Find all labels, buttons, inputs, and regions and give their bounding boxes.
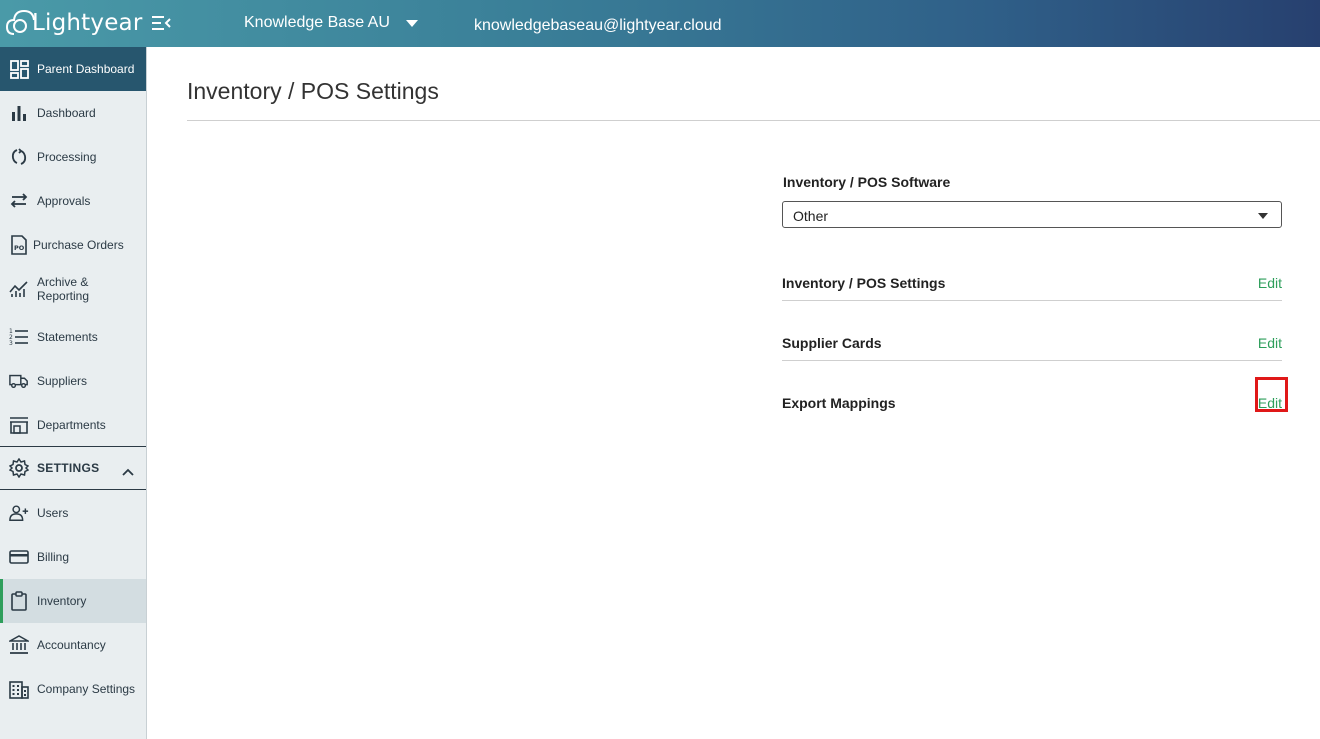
dashboard-grid-icon bbox=[9, 59, 29, 79]
lightyear-logo[interactable]: Lightyear bbox=[6, 4, 143, 42]
sidebar-item-label: Dashboard bbox=[37, 106, 96, 120]
refresh-icon bbox=[9, 147, 29, 167]
truck-icon bbox=[9, 371, 29, 391]
sidebar-item-departments[interactable]: Departments bbox=[0, 403, 146, 447]
logo-text: Lightyear bbox=[32, 10, 143, 36]
page-title: Inventory / POS Settings bbox=[187, 78, 439, 104]
svg-text:3: 3 bbox=[9, 340, 13, 347]
swap-arrows-icon bbox=[9, 191, 29, 211]
software-selected-value: Other bbox=[793, 208, 829, 224]
sidebar-item-dashboard[interactable]: Dashboard bbox=[0, 91, 146, 135]
sidebar-item-approvals[interactable]: Approvals bbox=[0, 179, 146, 223]
settings-label: SETTINGS bbox=[37, 461, 100, 475]
top-bar: Lightyear Knowledge Base AU knowledgebas… bbox=[0, 0, 1320, 47]
highlight-box bbox=[1255, 377, 1288, 412]
chevron-up-icon bbox=[122, 463, 134, 481]
sidebar-item-label: Users bbox=[37, 506, 69, 520]
numbered-list-icon: 123 bbox=[9, 327, 29, 347]
settings-row-supplier-cards: Supplier Cards Edit bbox=[782, 321, 1282, 381]
software-select[interactable]: Other bbox=[782, 201, 1282, 228]
sidebar-item-archive-reporting[interactable]: Archive & Reporting bbox=[0, 267, 146, 311]
sidebar-item-purchase-orders[interactable]: PO Purchase Orders bbox=[0, 223, 146, 267]
software-label: Inventory / POS Software bbox=[783, 174, 951, 190]
settings-row-inventory-pos: Inventory / POS Settings Edit bbox=[782, 261, 1282, 321]
row-divider bbox=[782, 360, 1282, 361]
sidebar-item-label: Company Settings bbox=[37, 682, 136, 696]
row-label: Export Mappings bbox=[782, 395, 896, 411]
sidebar-item-label: Statements bbox=[37, 330, 98, 344]
company-selector[interactable]: Knowledge Base AU bbox=[244, 14, 418, 32]
main-content: Inventory / POS Settings Inventory / POS… bbox=[147, 47, 1320, 739]
sidebar-item-suppliers[interactable]: Suppliers bbox=[0, 359, 146, 403]
caret-down-icon bbox=[405, 19, 418, 27]
storefront-icon bbox=[9, 415, 29, 435]
edit-inventory-pos-settings-link[interactable]: Edit bbox=[1258, 275, 1282, 291]
row-label: Inventory / POS Settings bbox=[782, 275, 946, 291]
sidebar-item-statements[interactable]: 123 Statements bbox=[0, 315, 146, 359]
row-label: Supplier Cards bbox=[782, 335, 882, 351]
settings-row-export-mappings: Export Mappings Edit bbox=[782, 381, 1282, 441]
user-email: knowledgebaseau@lightyear.cloud bbox=[474, 17, 722, 34]
gear-icon bbox=[9, 458, 29, 478]
sidebar-item-label: Processing bbox=[37, 150, 97, 164]
edit-supplier-cards-link[interactable]: Edit bbox=[1258, 335, 1282, 351]
add-user-icon bbox=[9, 503, 29, 523]
svg-text:PO: PO bbox=[14, 244, 25, 252]
company-name: Knowledge Base AU bbox=[244, 14, 390, 31]
sidebar-item-label: Parent Dashboard bbox=[37, 62, 135, 76]
sidebar-item-inventory[interactable]: Inventory bbox=[0, 579, 146, 623]
sidebar-item-label: Purchase Orders bbox=[33, 238, 124, 252]
title-divider bbox=[187, 120, 1320, 121]
line-chart-icon bbox=[9, 279, 29, 299]
sidebar-item-billing[interactable]: Billing bbox=[0, 535, 146, 579]
sidebar: Parent Dashboard Dashboard Processing Ap… bbox=[0, 47, 147, 739]
sidebar-item-label: Accountancy bbox=[37, 638, 106, 652]
clipboard-icon bbox=[9, 591, 29, 611]
sidebar-item-parent-dashboard[interactable]: Parent Dashboard bbox=[0, 47, 146, 91]
sidebar-item-label: Inventory bbox=[37, 594, 87, 608]
building-icon bbox=[9, 679, 29, 699]
caret-down-icon bbox=[1258, 213, 1268, 219]
bar-chart-icon bbox=[9, 103, 29, 123]
bank-icon bbox=[9, 635, 29, 655]
sidebar-item-label: Archive & Reporting bbox=[37, 275, 90, 303]
sidebar-item-users[interactable]: Users bbox=[0, 491, 146, 535]
credit-card-icon bbox=[9, 547, 29, 567]
sidebar-item-company-settings[interactable]: Company Settings bbox=[0, 667, 146, 711]
sidebar-item-accountancy[interactable]: Accountancy bbox=[0, 623, 146, 667]
sidebar-item-label: Suppliers bbox=[37, 374, 88, 388]
collapse-menu-button[interactable] bbox=[150, 13, 174, 35]
row-divider bbox=[782, 300, 1282, 301]
sidebar-item-label: Billing bbox=[37, 550, 70, 564]
sidebar-item-processing[interactable]: Processing bbox=[0, 135, 146, 179]
menu-collapse-icon bbox=[152, 16, 171, 30]
sidebar-item-label: Approvals bbox=[37, 194, 91, 208]
sidebar-section-settings[interactable]: SETTINGS bbox=[0, 446, 146, 490]
po-document-icon: PO bbox=[9, 235, 29, 255]
sidebar-item-label: Departments bbox=[37, 418, 106, 432]
